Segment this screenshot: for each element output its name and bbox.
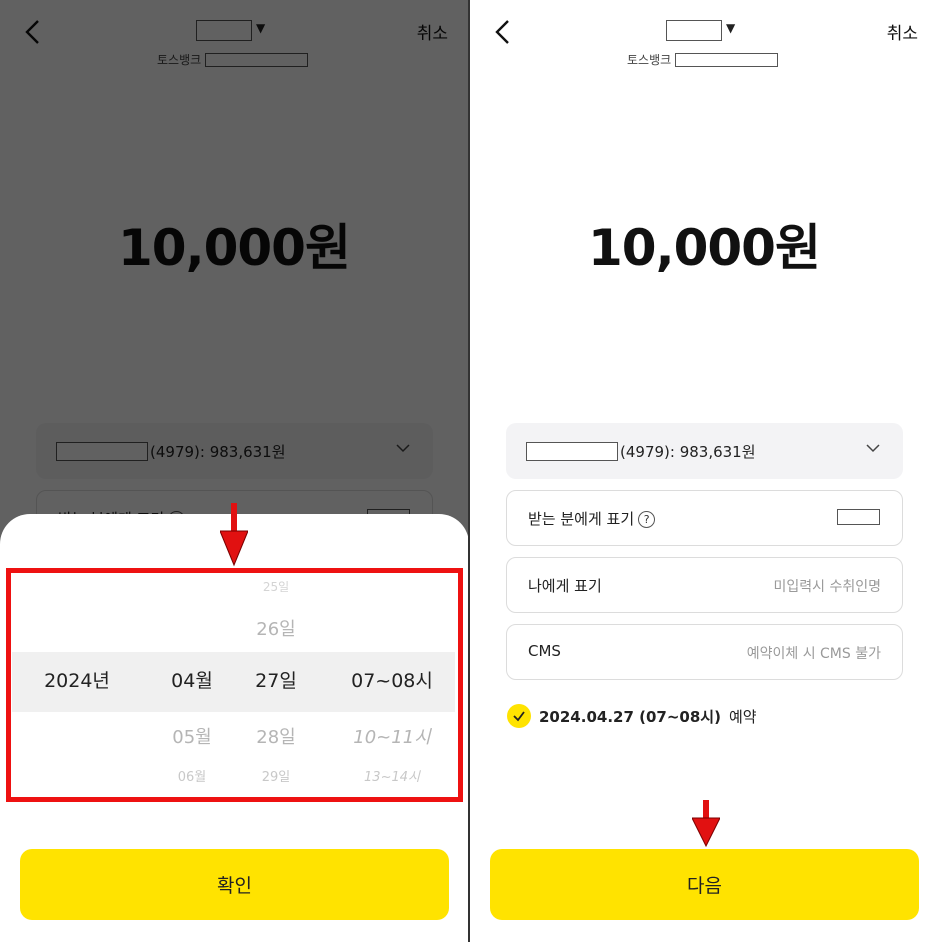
recipient-name-redacted[interactable] [666,20,722,41]
annotation-arrow-down-icon [692,800,720,848]
recipient-memo-field[interactable]: 받는 분에게 표기? [506,490,903,546]
recipient-memo-value-redacted [837,509,880,525]
cms-label: CMS [528,642,561,660]
header: ▼ 취소 토스뱅크 [470,0,938,70]
check-icon [507,704,531,728]
source-account-selector[interactable]: (4979): 983,631원 [506,423,903,479]
account-number-redacted [675,52,779,67]
back-arrow-icon[interactable] [492,18,514,46]
next-button[interactable]: 다음 [490,849,919,920]
account-summary: (4979): 983,631원 [620,442,756,461]
my-memo-placeholder: 미입력시 수취인명 [773,579,882,595]
dropdown-caret-icon[interactable]: ▼ [726,21,735,35]
reservation-suffix: 예약 [728,707,757,726]
recipient-memo-label: 받는 분에게 표기 [528,510,635,528]
cms-field[interactable]: CMS 예약이체 시 CMS 불가 [506,624,903,680]
annotation-arrow-down-icon [220,503,248,567]
confirm-button[interactable]: 확인 [20,849,449,920]
transfer-amount: 10,000원 [588,219,821,277]
account-name-redacted [526,441,618,461]
bank-account-line: 토스뱅크 [627,51,779,68]
help-icon[interactable]: ? [638,511,656,528]
cancel-button[interactable]: 취소 [887,19,918,44]
right-screen: ▼ 취소 토스뱅크 10,000원 (4979): 983,631원 받는 분에… [469,0,938,942]
my-memo-field[interactable]: 나에게 표기 미입력시 수취인명 [506,557,903,613]
left-screen: ▼ 취소 토스뱅크 10,000원 (4979): 983,631원 받는 분에… [0,0,469,942]
reservation-date: 2024.04.27 (07~08시) [539,707,721,726]
cms-placeholder: 예약이체 시 CMS 불가 [746,646,881,662]
chevron-down-icon [866,444,880,453]
annotation-highlight-frame [6,568,463,802]
my-memo-label: 나에게 표기 [528,577,602,595]
reservation-summary[interactable]: 2024.04.27 (07~08시) 예약 [507,704,757,728]
bank-name: 토스뱅크 [627,53,672,67]
